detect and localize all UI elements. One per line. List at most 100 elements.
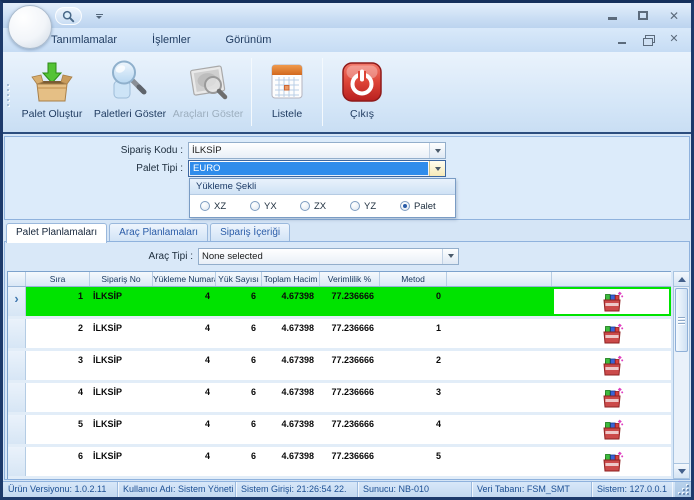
cell-sira: 2 — [26, 319, 90, 348]
header-icon-column — [552, 272, 671, 286]
cell-yukleme-numarasi: 4 — [153, 319, 216, 348]
row-indicator — [8, 415, 26, 444]
header-yuk-sayisi[interactable]: Yük Sayısı — [216, 272, 262, 286]
minimize-button[interactable] — [601, 8, 623, 23]
create-pallet-button[interactable]: Palet Oluştur — [13, 52, 91, 132]
cell-yuk-sayisi: 6 — [216, 319, 262, 348]
mdi-restore-button[interactable] — [639, 33, 657, 46]
radio-palet[interactable]: Palet — [400, 201, 450, 212]
palet-tipi-combobox[interactable]: EURO — [188, 160, 446, 177]
menu-islemler[interactable]: İşlemler — [148, 32, 195, 48]
header-metod[interactable]: Metod — [380, 272, 447, 286]
cargo-box-icon[interactable] — [599, 354, 625, 378]
cell-icon[interactable] — [552, 415, 671, 444]
radio-icon — [200, 201, 210, 211]
scroll-up-button[interactable] — [674, 272, 689, 287]
toolbar-separator — [251, 58, 252, 126]
cell-yuk-sayisi: 6 — [216, 351, 262, 380]
cell-verimlilik: 77.236666 — [320, 351, 380, 380]
header-verimlilik[interactable]: Verimlilik % — [320, 272, 380, 286]
radio-zx[interactable]: ZX — [300, 201, 350, 212]
table-header: Sıra Sipariş No Yükleme Numarası Yük Say… — [8, 272, 671, 287]
tab-arac-planlamalari[interactable]: Araç Planlamaları — [109, 223, 208, 241]
cell-verimlilik: 77.236666 — [320, 287, 380, 316]
header-toplam-hacim[interactable]: Toplam Hacim — [262, 272, 320, 286]
radio-yz[interactable]: YZ — [350, 201, 400, 212]
siparis-kodu-dropdown-button[interactable] — [429, 143, 445, 158]
cell-yukleme-numarasi: 4 — [153, 415, 216, 444]
minimize-icon — [608, 17, 617, 20]
palet-tipi-label: Palet Tipi : — [5, 163, 188, 174]
magnifier-icon[interactable] — [62, 10, 75, 23]
header-sira[interactable]: Sıra — [26, 272, 90, 286]
table-row[interactable]: 6 İLKSİP 4 6 4.67398 77.236666 5 — [8, 447, 671, 479]
title-bar: ✕ — [3, 3, 691, 28]
tab-siparis-icerigi[interactable]: Sipariş İçeriği — [210, 223, 290, 241]
scrollbar-thumb[interactable] — [675, 288, 688, 352]
radio-xz[interactable]: XZ — [200, 201, 250, 212]
cell-yukleme-numarasi: 4 — [153, 287, 216, 316]
header-siparis-no[interactable]: Sipariş No — [90, 272, 153, 286]
quick-access-toolbar[interactable] — [55, 7, 82, 25]
cell-metod: 0 — [380, 287, 447, 316]
palet-tipi-dropdown-button[interactable] — [429, 161, 445, 176]
table-row[interactable]: 5 İLKSİP 4 6 4.67398 77.236666 4 — [8, 415, 671, 447]
calendar-icon — [264, 59, 310, 105]
cargo-box-icon[interactable] — [599, 322, 625, 346]
cell-empty — [447, 447, 552, 476]
menu-tanimlamalar[interactable]: Tanımlamalar — [47, 32, 121, 48]
arac-tipi-dropdown-button[interactable] — [442, 249, 458, 264]
cell-icon[interactable] — [552, 447, 671, 476]
menu-gorunum[interactable]: Görünüm — [222, 32, 276, 48]
palet-planlamalari-page: Araç Tipi : None selected Sıra Sipariş N… — [4, 241, 690, 480]
table-row[interactable]: › 1 İLKSİP 4 6 4.67398 77.236666 0 — [8, 287, 671, 319]
cell-sira: 3 — [26, 351, 90, 380]
list-button[interactable]: Listele — [256, 52, 318, 132]
toolbar-grip[interactable] — [3, 52, 13, 132]
cargo-box-icon[interactable] — [599, 418, 625, 442]
exit-button[interactable]: Çıkış — [327, 52, 397, 132]
show-pallets-button[interactable]: Paletleri Göster — [91, 52, 169, 132]
radio-yx[interactable]: YX — [250, 201, 300, 212]
cell-icon[interactable] — [552, 351, 671, 380]
cell-icon[interactable] — [552, 319, 671, 348]
header-indicator — [8, 272, 26, 286]
cell-empty — [447, 415, 552, 444]
palet-tipi-value: EURO — [190, 162, 428, 175]
close-button[interactable]: ✕ — [663, 8, 685, 23]
cargo-box-icon[interactable] — [599, 450, 625, 474]
cell-verimlilik: 77.236666 — [320, 319, 380, 348]
cell-verimlilik: 77.236666 — [320, 447, 380, 476]
cell-siparis-no: İLKSİP — [90, 351, 153, 380]
tab-palet-planlamalari[interactable]: Palet Planlamaları — [6, 223, 107, 243]
vertical-scrollbar[interactable] — [673, 271, 690, 479]
resize-grip[interactable] — [675, 482, 691, 497]
cargo-box-icon[interactable] — [599, 290, 625, 314]
cell-yukleme-numarasi: 4 — [153, 447, 216, 476]
create-pallet-icon — [29, 59, 75, 105]
qat-customize-arrow-icon[interactable] — [93, 9, 105, 23]
cargo-box-icon[interactable] — [599, 386, 625, 410]
cell-icon[interactable] — [552, 287, 671, 316]
cell-metod: 4 — [380, 415, 447, 444]
cell-metod: 1 — [380, 319, 447, 348]
status-user-name: Kullanıcı Adı: Sistem Yöneti — [118, 482, 236, 497]
status-login-time: Sistem Girişi: 21:26:54 22. — [236, 482, 358, 497]
header-yukleme-numarasi[interactable]: Yükleme Numarası — [153, 272, 216, 286]
toolbar: Palet Oluştur Paletleri Göster — [3, 52, 691, 134]
table-row[interactable]: 2 İLKSİP 4 6 4.67398 77.236666 1 — [8, 319, 671, 351]
application-menu-button[interactable] — [8, 5, 52, 49]
scroll-down-icon — [678, 469, 686, 474]
table-row[interactable]: 3 İLKSİP 4 6 4.67398 77.236666 2 — [8, 351, 671, 383]
mdi-close-button[interactable]: ✕ — [665, 33, 683, 46]
table-row[interactable]: 4 İLKSİP 4 6 4.67398 77.236666 3 — [8, 383, 671, 415]
show-vehicles-image-icon — [185, 59, 231, 105]
status-database: Veri Tabanı: FSM_SMT — [472, 482, 592, 497]
cell-icon[interactable] — [552, 383, 671, 412]
siparis-kodu-combobox[interactable]: İLKSİP — [188, 142, 446, 159]
maximize-button[interactable] — [632, 8, 654, 23]
cell-metod: 5 — [380, 447, 447, 476]
scroll-down-button[interactable] — [674, 463, 689, 478]
mdi-minimize-button[interactable] — [613, 33, 631, 46]
arac-tipi-combobox[interactable]: None selected — [198, 248, 459, 265]
